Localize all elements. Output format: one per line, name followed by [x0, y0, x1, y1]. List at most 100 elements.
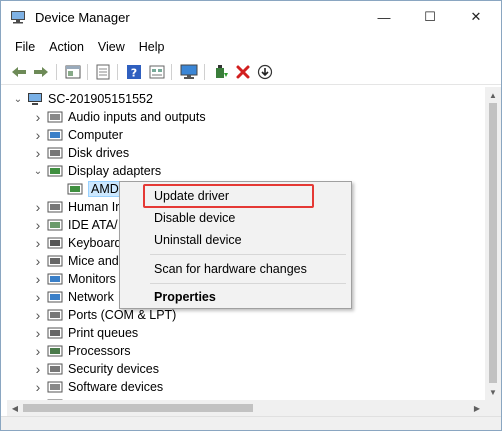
tree-item-label: Display adapters	[68, 164, 162, 178]
display-adapter-icon	[67, 183, 83, 195]
remove-device-icon[interactable]	[234, 63, 252, 81]
tree-item-label: Disk drives	[68, 146, 130, 160]
tree-item[interactable]: › Computer	[33, 126, 123, 144]
device-list-icon[interactable]	[94, 63, 112, 81]
tree-item[interactable]: AMD	[49, 180, 122, 198]
toolbar-separator	[171, 64, 172, 80]
chevron-right-icon[interactable]: ›	[33, 343, 43, 359]
menu-item-properties[interactable]: Properties	[122, 286, 349, 308]
security-icon	[47, 363, 63, 375]
scroll-right-icon[interactable]: ▶	[469, 400, 485, 416]
menu-file[interactable]: File	[1, 37, 42, 57]
tree-item[interactable]: › Audio inputs and outputs	[33, 108, 206, 126]
chevron-right-icon[interactable]: ›	[33, 217, 43, 233]
toolbar-separator	[204, 64, 205, 80]
tree-item[interactable]: › Disk drives	[33, 144, 129, 162]
tree-item-label: Network	[68, 290, 114, 304]
close-icon: ✕	[470, 9, 482, 24]
display-adapter-icon	[47, 165, 63, 177]
chevron-down-icon[interactable]: ⌄	[13, 94, 23, 105]
forward-arrow-icon[interactable]	[32, 63, 50, 81]
minimize-button[interactable]: —	[361, 1, 407, 33]
tree-item[interactable]: › Monitors	[33, 270, 116, 288]
tree-item[interactable]: › Security devices	[33, 360, 159, 378]
help-icon[interactable]: ?	[125, 63, 143, 81]
chevron-right-icon[interactable]: ›	[33, 253, 43, 269]
menu-bar: File Action View Help	[1, 37, 172, 57]
menu-help[interactable]: Help	[132, 37, 172, 57]
tree-item-label: Monitors	[68, 272, 116, 286]
vertical-scrollbar[interactable]: ▲ ▼	[485, 87, 501, 400]
processor-icon	[47, 345, 63, 357]
window-title: Device Manager	[35, 10, 130, 25]
chevron-right-icon[interactable]: ›	[33, 109, 43, 125]
device-manager-window: Device Manager — ☐ ✕ File Action View He…	[0, 0, 502, 431]
tree-item[interactable]: › Human Ir	[33, 198, 120, 216]
back-arrow-icon[interactable]	[10, 63, 28, 81]
toolbar-separator	[117, 64, 118, 80]
chevron-right-icon[interactable]: ›	[33, 235, 43, 251]
tree-item[interactable]: › IDE ATA/	[33, 216, 118, 234]
tree-item-label: AMD	[88, 181, 122, 197]
properties-icon[interactable]	[64, 63, 82, 81]
chevron-right-icon[interactable]: ›	[33, 127, 43, 143]
computer-root-icon	[28, 93, 42, 105]
menu-view[interactable]: View	[91, 37, 132, 57]
disk-icon	[47, 147, 63, 159]
monitor-icon	[47, 273, 63, 285]
chevron-down-icon[interactable]: ⌄	[33, 166, 43, 177]
tree-item[interactable]: › Processors	[33, 342, 131, 360]
vertical-scroll-thumb[interactable]	[489, 103, 497, 383]
chevron-right-icon[interactable]: ›	[33, 325, 43, 341]
ide-icon	[47, 219, 63, 231]
menu-separator	[150, 283, 346, 284]
chevron-right-icon[interactable]: ›	[33, 289, 43, 305]
speaker-icon	[47, 111, 63, 123]
tree-item-label: Mice and	[68, 254, 119, 268]
scroll-left-icon[interactable]: ◀	[7, 400, 23, 416]
tree-item[interactable]: › Keyboard	[33, 234, 122, 252]
chevron-right-icon[interactable]: ›	[33, 361, 43, 377]
port-icon	[47, 309, 63, 321]
tree-item[interactable]: › Mice and	[33, 252, 119, 270]
tree-item-label: Ports (COM & LPT)	[68, 308, 177, 322]
monitor-scan-icon[interactable]	[180, 63, 198, 81]
title-bar: Device Manager — ☐ ✕	[1, 1, 501, 33]
tree-item[interactable]: › Network	[33, 288, 114, 306]
menu-item-uninstall-device[interactable]: Uninstall device	[122, 229, 349, 251]
chevron-right-icon[interactable]: ›	[33, 199, 43, 215]
menu-item-scan-hardware[interactable]: Scan for hardware changes	[122, 258, 349, 280]
maximize-button[interactable]: ☐	[407, 1, 453, 33]
tree-item-label: Software devices	[68, 380, 164, 394]
tree-item[interactable]: › Print queues	[33, 324, 139, 342]
tree-item-label: Security devices	[68, 362, 160, 376]
menu-separator	[150, 254, 346, 255]
scroll-down-icon[interactable]: ▼	[485, 384, 501, 400]
horizontal-scroll-thumb[interactable]	[23, 404, 253, 412]
tree-root[interactable]: ⌄ SC-201905151552	[13, 90, 153, 108]
tree-item-label: Human Ir	[68, 200, 120, 214]
chevron-right-icon[interactable]: ›	[33, 379, 43, 395]
computer-icon	[47, 129, 63, 141]
menu-action[interactable]: Action	[42, 37, 91, 57]
software-icon	[47, 381, 63, 393]
tree-item[interactable]: › Software devices	[33, 378, 164, 396]
menu-item-disable-device[interactable]: Disable device	[122, 207, 349, 229]
chevron-right-icon[interactable]: ›	[33, 145, 43, 161]
chevron-right-icon[interactable]: ›	[33, 307, 43, 323]
download-icon[interactable]	[256, 63, 274, 81]
toolbar-separator	[56, 64, 57, 80]
tree-item-label: Processors	[68, 344, 131, 358]
device-manager-icon	[11, 11, 25, 24]
show-hide-icon[interactable]	[148, 63, 166, 81]
chevron-right-icon[interactable]: ›	[33, 271, 43, 287]
keyboard-icon	[47, 237, 63, 249]
horizontal-scrollbar[interactable]: ◀ ▶	[7, 400, 485, 416]
tree-root-label: SC-201905151552	[48, 92, 153, 106]
update-driver-highlight	[143, 184, 314, 208]
add-driver-icon[interactable]	[212, 63, 230, 81]
tree-item-label: Keyboard	[68, 236, 122, 250]
close-button[interactable]: ✕	[453, 1, 499, 33]
tree-item[interactable]: ⌄ Display adapters	[33, 162, 161, 180]
scroll-up-icon[interactable]: ▲	[485, 87, 501, 103]
